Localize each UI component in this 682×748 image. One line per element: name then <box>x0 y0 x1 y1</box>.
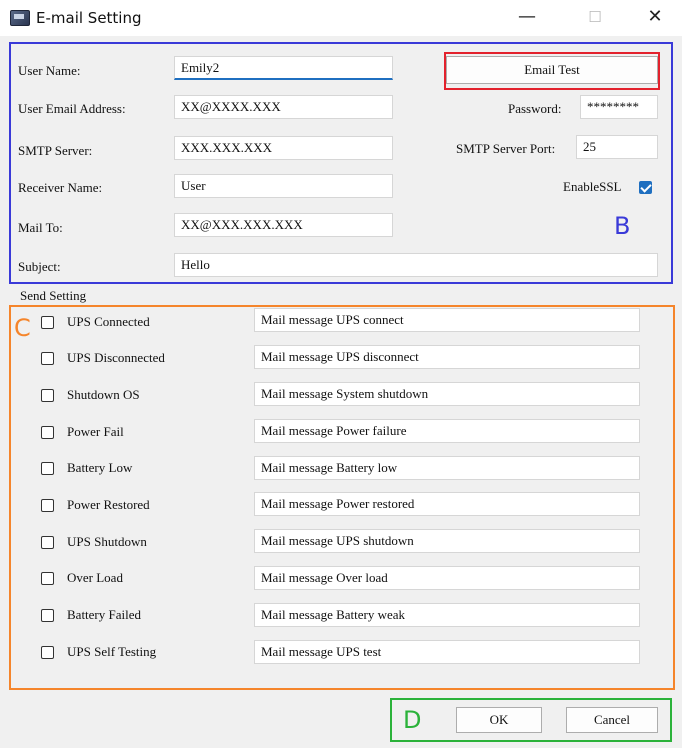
send-item-message-input[interactable]: Mail message Battery low <box>254 456 640 480</box>
annotation-label-c: C <box>14 314 31 342</box>
title-bar: E-mail Setting — ☐ ✕ <box>0 0 682 36</box>
battery-low-checkbox[interactable] <box>41 462 54 475</box>
ups-self-testing-checkbox[interactable] <box>41 646 54 659</box>
smtp-server-input[interactable]: XXX.XXX.XXX <box>174 136 393 160</box>
smtp-port-input[interactable]: 25 <box>576 135 658 159</box>
maximize-button[interactable]: ☐ <box>580 4 610 30</box>
password-input[interactable]: ******** <box>580 95 658 119</box>
battery-failed-checkbox[interactable] <box>41 609 54 622</box>
send-item-label: Power Restored <box>67 497 150 512</box>
ups-disconnected-checkbox[interactable] <box>41 352 54 365</box>
mail-to-label: Mail To: <box>18 220 63 235</box>
subject-label: Subject: <box>18 259 61 274</box>
send-item-label: UPS Disconnected <box>67 350 165 365</box>
send-item-label: UPS Shutdown <box>67 534 147 549</box>
power-restored-checkbox[interactable] <box>41 499 54 512</box>
user-name-input[interactable]: Emily2 <box>174 56 393 80</box>
send-item-label: UPS Connected <box>67 314 150 329</box>
shutdown-os-checkbox[interactable] <box>41 389 54 402</box>
mail-to-input[interactable]: XX@XXX.XXX.XXX <box>174 213 393 237</box>
send-setting-title: Send Setting <box>20 288 87 303</box>
send-item-message-input[interactable]: Mail message Over load <box>254 566 640 590</box>
power-fail-checkbox[interactable] <box>41 426 54 439</box>
close-button[interactable]: ✕ <box>640 4 670 30</box>
send-item-message-input[interactable]: Mail message UPS connect <box>254 308 640 332</box>
send-item-message-input[interactable]: Mail message UPS disconnect <box>254 345 640 369</box>
over-load-checkbox[interactable] <box>41 572 54 585</box>
send-item-message-input[interactable]: Mail message Power failure <box>254 419 640 443</box>
smtp-server-label: SMTP Server: <box>18 143 93 158</box>
enable-ssl-label: EnableSSL <box>563 179 622 194</box>
send-item-message-input[interactable]: Mail message Battery weak <box>254 603 640 627</box>
annotation-label-d: D <box>403 706 422 734</box>
send-item-label: Over Load <box>67 570 123 585</box>
minimize-button[interactable]: — <box>512 4 542 30</box>
send-item-label: Battery Failed <box>67 607 142 622</box>
ups-shutdown-checkbox[interactable] <box>41 536 54 549</box>
send-item-label: UPS Self Testing <box>67 644 157 659</box>
send-item-message-input[interactable]: Mail message UPS shutdown <box>254 529 640 553</box>
ok-button[interactable]: OK <box>456 707 542 733</box>
user-name-label: User Name: <box>18 63 81 78</box>
email-label: User Email Address: <box>18 101 126 116</box>
window-title: E-mail Setting <box>36 9 142 27</box>
send-item-message-input[interactable]: Mail message System shutdown <box>254 382 640 406</box>
send-item-label: Shutdown OS <box>67 387 140 402</box>
annotation-label-b: B <box>614 212 631 240</box>
subject-input[interactable]: Hello <box>174 253 658 277</box>
password-label: Password: <box>508 101 562 116</box>
ups-connected-checkbox[interactable] <box>41 316 54 329</box>
enable-ssl-checkbox[interactable] <box>639 181 652 194</box>
send-item-label: Power Fail <box>67 424 124 439</box>
receiver-name-input[interactable]: User <box>174 174 393 198</box>
receiver-name-label: Receiver Name: <box>18 180 103 195</box>
send-item-message-input[interactable]: Mail message Power restored <box>254 492 640 516</box>
send-item-message-input[interactable]: Mail message UPS test <box>254 640 640 664</box>
smtp-port-label: SMTP Server Port: <box>456 141 556 156</box>
send-item-label: Battery Low <box>67 460 133 475</box>
email-test-button[interactable]: Email Test <box>446 56 658 84</box>
cancel-button[interactable]: Cancel <box>566 707 658 733</box>
email-input[interactable]: XX@XXXX.XXX <box>174 95 393 119</box>
app-icon <box>10 10 30 26</box>
